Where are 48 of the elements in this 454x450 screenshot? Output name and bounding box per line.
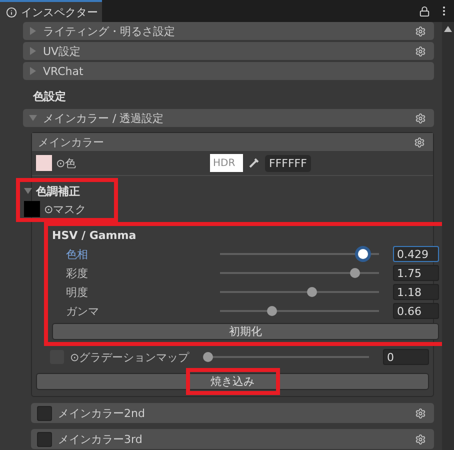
section-header[interactable]: ライティング・明るさ設定 [23, 22, 434, 40]
slider-handle[interactable] [307, 287, 318, 297]
number-field[interactable]: 0.429 [393, 246, 439, 262]
slider-label: ⊙グラデーションマップ [69, 350, 190, 364]
settings-icon[interactable] [414, 136, 425, 148]
slider-label: 色相 [65, 246, 89, 262]
subsection-title: メインカラー [38, 134, 105, 150]
eyedropper-icon[interactable] [247, 156, 261, 170]
section-header[interactable]: メインカラー3rd [31, 429, 434, 449]
field-label: ⊙色 [56, 156, 78, 170]
info-icon [6, 6, 17, 18]
slider-handle[interactable] [350, 268, 360, 278]
settings-icon[interactable] [415, 26, 426, 36]
category-title: 色設定 [32, 89, 67, 105]
slider-label: ガンマ [65, 304, 100, 318]
lock-icon[interactable] [419, 6, 430, 16]
slider-label: 明度 [65, 284, 89, 300]
number-field[interactable]: 1.75 [393, 265, 439, 281]
group-title: HSV / Gamma [52, 228, 136, 242]
texture-thumbnail[interactable] [36, 155, 52, 171]
color-field[interactable]: HDR [210, 154, 243, 172]
hex-field[interactable]: FFFFFF [265, 154, 311, 172]
section-header[interactable]: VRChat [23, 62, 434, 80]
settings-icon[interactable] [415, 46, 426, 56]
section-header[interactable]: メインカラー / 透過設定 [23, 109, 434, 127]
section-header[interactable]: メインカラー2nd [31, 403, 434, 423]
expanded-arrow-icon[interactable] [24, 187, 32, 195]
slider-handle[interactable] [358, 249, 368, 259]
number-field[interactable]: 0 [383, 349, 429, 365]
reset-button[interactable]: 初期化 [52, 323, 439, 340]
checkbox[interactable] [37, 432, 52, 446]
number-field[interactable]: 1.18 [393, 284, 439, 300]
scrollbar[interactable] [442, 22, 454, 450]
bake-button[interactable]: 焼き込み [36, 373, 429, 390]
field-label: ⊙マスク [44, 202, 86, 216]
number-field[interactable]: 0.66 [393, 303, 439, 319]
texture-thumbnail[interactable] [24, 201, 40, 217]
checkbox[interactable] [37, 406, 52, 420]
scroll-up-icon[interactable] [444, 26, 452, 32]
section-header[interactable]: UV設定 [23, 42, 434, 60]
group-title: 色調補正 [36, 184, 80, 198]
settings-icon[interactable] [415, 408, 426, 418]
settings-icon[interactable] [415, 434, 426, 444]
slider-handle[interactable] [203, 352, 213, 362]
slider-label: 彩度 [65, 266, 89, 280]
inspector-tab[interactable]: インスペクター [0, 0, 102, 22]
slider-handle[interactable] [267, 306, 278, 316]
settings-icon[interactable] [415, 112, 426, 124]
